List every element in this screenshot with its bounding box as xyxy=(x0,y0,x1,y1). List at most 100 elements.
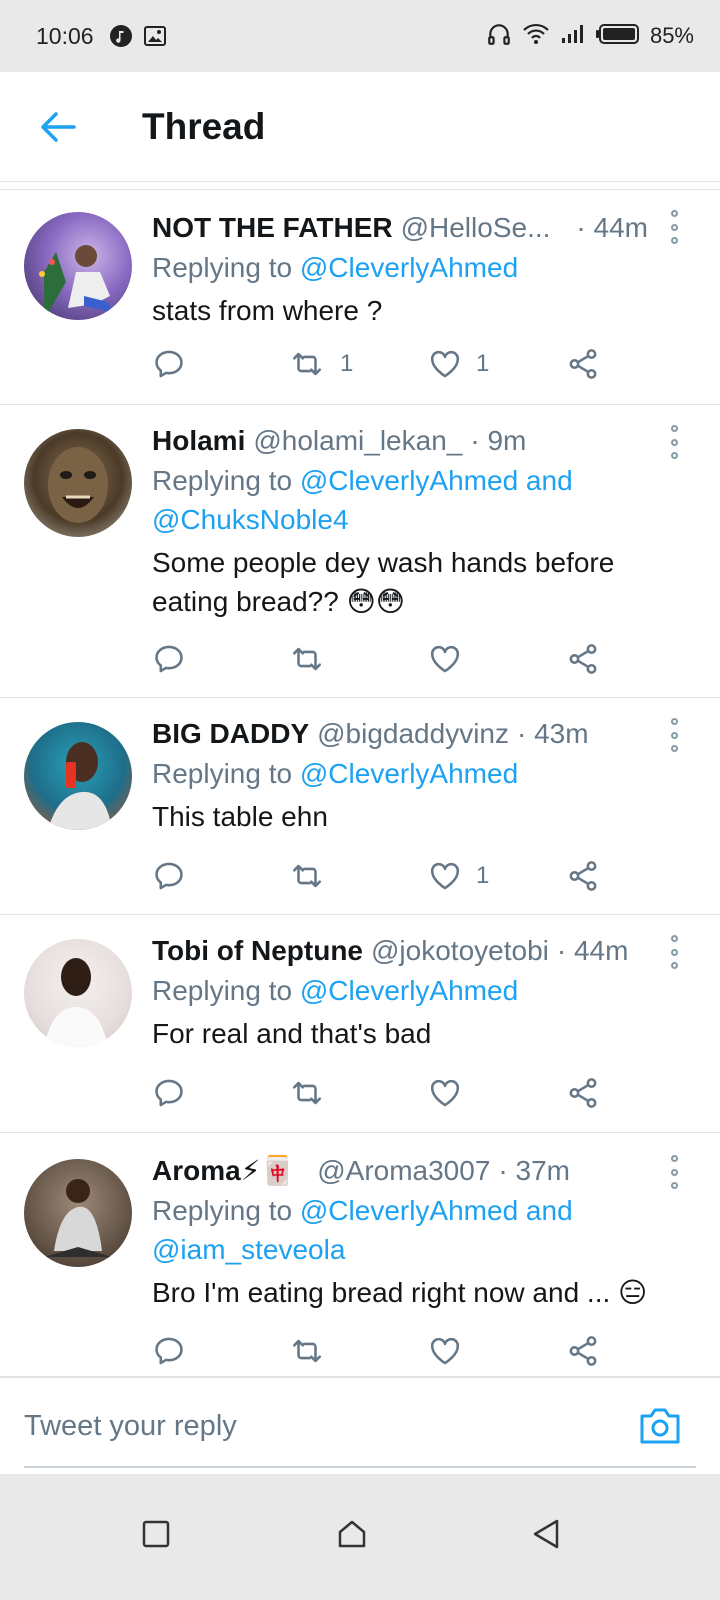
replying-to: Replying to @CleverlyAhmed and xyxy=(152,1191,690,1230)
reply-input[interactable] xyxy=(24,1396,624,1456)
share-button[interactable] xyxy=(566,1073,600,1113)
reply-button[interactable] xyxy=(152,1073,186,1113)
share-button[interactable] xyxy=(566,344,600,384)
tweet[interactable]: Tobi of Neptune @jokotoyetobi · 44m Repl… xyxy=(0,915,720,1133)
back-button[interactable] xyxy=(28,97,88,157)
tweet-actions xyxy=(152,1073,612,1113)
tweet-text: stats from where ? xyxy=(152,295,383,326)
handle[interactable]: @holami_lekan_ xyxy=(253,421,462,461)
recents-button[interactable] xyxy=(126,1504,186,1564)
avatar[interactable] xyxy=(24,1159,132,1267)
tweet[interactable]: NOT THE FATHER @HelloSe... · 44m Replyin… xyxy=(0,190,720,405)
mention-link[interactable]: @CleverlyAhmed and xyxy=(300,465,573,496)
mention-link[interactable]: @CleverlyAhmed xyxy=(300,758,518,789)
avatar[interactable] xyxy=(24,939,132,1047)
reply-icon xyxy=(155,645,183,673)
music-icon xyxy=(108,23,134,49)
retweet-count: 1 xyxy=(340,350,354,377)
reply-button[interactable] xyxy=(152,639,186,679)
like-button[interactable] xyxy=(428,1073,476,1113)
like-button[interactable] xyxy=(428,1331,476,1371)
replying-to-label: Replying to xyxy=(152,1195,300,1226)
more-options-icon[interactable] xyxy=(664,1155,684,1189)
more-options-icon[interactable] xyxy=(664,210,684,244)
like-count: 1 xyxy=(476,350,490,377)
heart-icon xyxy=(430,1337,460,1365)
recents-square-icon xyxy=(142,1520,170,1548)
display-name[interactable]: Holami xyxy=(152,421,245,461)
share-button[interactable] xyxy=(566,1331,600,1371)
like-button[interactable] xyxy=(428,639,476,679)
tweet-actions: 1 xyxy=(152,856,612,896)
like-count: 1 xyxy=(476,862,490,889)
reply-composer xyxy=(0,1376,720,1474)
display-name[interactable]: Aroma⚡🀄 xyxy=(152,1151,295,1191)
share-button[interactable] xyxy=(566,856,600,896)
tweet[interactable]: Holami @holami_lekan_ · 9m Replying to @… xyxy=(0,405,720,698)
camera-button[interactable] xyxy=(638,1406,682,1446)
avatar[interactable] xyxy=(24,429,132,537)
timestamp: · 44m xyxy=(556,935,629,966)
mention-link[interactable]: @iam_steveola xyxy=(152,1230,690,1269)
retweet-button[interactable] xyxy=(288,1073,340,1113)
tweet-text: Bro I'm eating bread right now and ... 😑 xyxy=(152,1277,648,1308)
retweet-button[interactable]: 1 xyxy=(288,344,353,384)
replying-to: Replying to @CleverlyAhmed xyxy=(152,971,690,1010)
image-icon xyxy=(142,23,168,49)
tweet-actions: 1 1 xyxy=(152,344,612,384)
share-icon xyxy=(569,644,597,674)
share-icon xyxy=(569,1078,597,1108)
heart-icon xyxy=(430,350,460,378)
like-button[interactable]: 1 xyxy=(428,856,489,896)
handle[interactable]: @jokotoyetobi xyxy=(371,931,549,971)
replying-to: Replying to @CleverlyAhmed and xyxy=(152,461,690,500)
header-divider xyxy=(0,182,720,190)
share-icon xyxy=(569,861,597,891)
display-name[interactable]: BIG DADDY xyxy=(152,714,309,754)
camera-icon xyxy=(640,1408,680,1444)
share-button[interactable] xyxy=(566,639,600,679)
retweet-button[interactable] xyxy=(288,856,340,896)
back-triangle-icon xyxy=(533,1519,559,1549)
replying-to: Replying to @CleverlyAhmed xyxy=(152,754,690,793)
tweet[interactable]: BIG DADDY @bigdaddyvinz · 43m Replying t… xyxy=(0,698,720,915)
back-arrow-icon xyxy=(41,111,76,142)
retweet-button[interactable] xyxy=(288,639,340,679)
mention-link[interactable]: @ChuksNoble4 xyxy=(152,500,690,539)
tweet-text: For real and that's bad xyxy=(152,1018,432,1049)
thread-header: Thread xyxy=(0,72,720,182)
tweet-text: This table ehn xyxy=(152,801,328,832)
retweet-icon xyxy=(292,352,322,376)
mention-link[interactable]: @CleverlyAhmed xyxy=(300,975,518,1006)
replying-to: Replying to @CleverlyAhmed xyxy=(152,248,690,287)
reply-icon xyxy=(155,862,183,890)
display-name[interactable]: Tobi of Neptune xyxy=(152,931,363,971)
handle[interactable]: @Aroma3007 xyxy=(317,1151,490,1191)
handle[interactable]: @HelloSe... xyxy=(401,208,551,248)
more-options-icon[interactable] xyxy=(664,425,684,459)
timestamp: · 44m xyxy=(576,212,648,243)
reply-icon xyxy=(155,1337,183,1365)
more-options-icon[interactable] xyxy=(664,935,684,969)
heart-icon xyxy=(430,645,460,673)
tweet-actions xyxy=(152,639,612,679)
display-name[interactable]: NOT THE FATHER xyxy=(152,208,393,248)
tweet-actions xyxy=(152,1331,612,1371)
page-title: Thread xyxy=(142,105,266,147)
retweet-button[interactable] xyxy=(288,1331,340,1371)
reply-button[interactable] xyxy=(152,1331,186,1371)
avatar[interactable] xyxy=(24,722,132,830)
mention-link[interactable]: @CleverlyAhmed xyxy=(300,252,518,283)
more-options-icon[interactable] xyxy=(664,718,684,752)
tweet[interactable]: Aroma⚡🀄 @Aroma3007 · 37m Replying to @Cl… xyxy=(0,1133,720,1376)
system-nav-bar xyxy=(0,1474,720,1600)
reply-button[interactable] xyxy=(152,344,186,384)
reply-button[interactable] xyxy=(152,856,186,896)
nav-back-button[interactable] xyxy=(516,1504,576,1564)
avatar[interactable] xyxy=(24,212,132,320)
like-button[interactable]: 1 xyxy=(428,344,489,384)
mention-link[interactable]: @CleverlyAhmed and xyxy=(300,1195,573,1226)
home-button[interactable] xyxy=(322,1504,382,1564)
retweet-icon xyxy=(292,1339,322,1363)
handle[interactable]: @bigdaddyvinz xyxy=(317,714,509,754)
